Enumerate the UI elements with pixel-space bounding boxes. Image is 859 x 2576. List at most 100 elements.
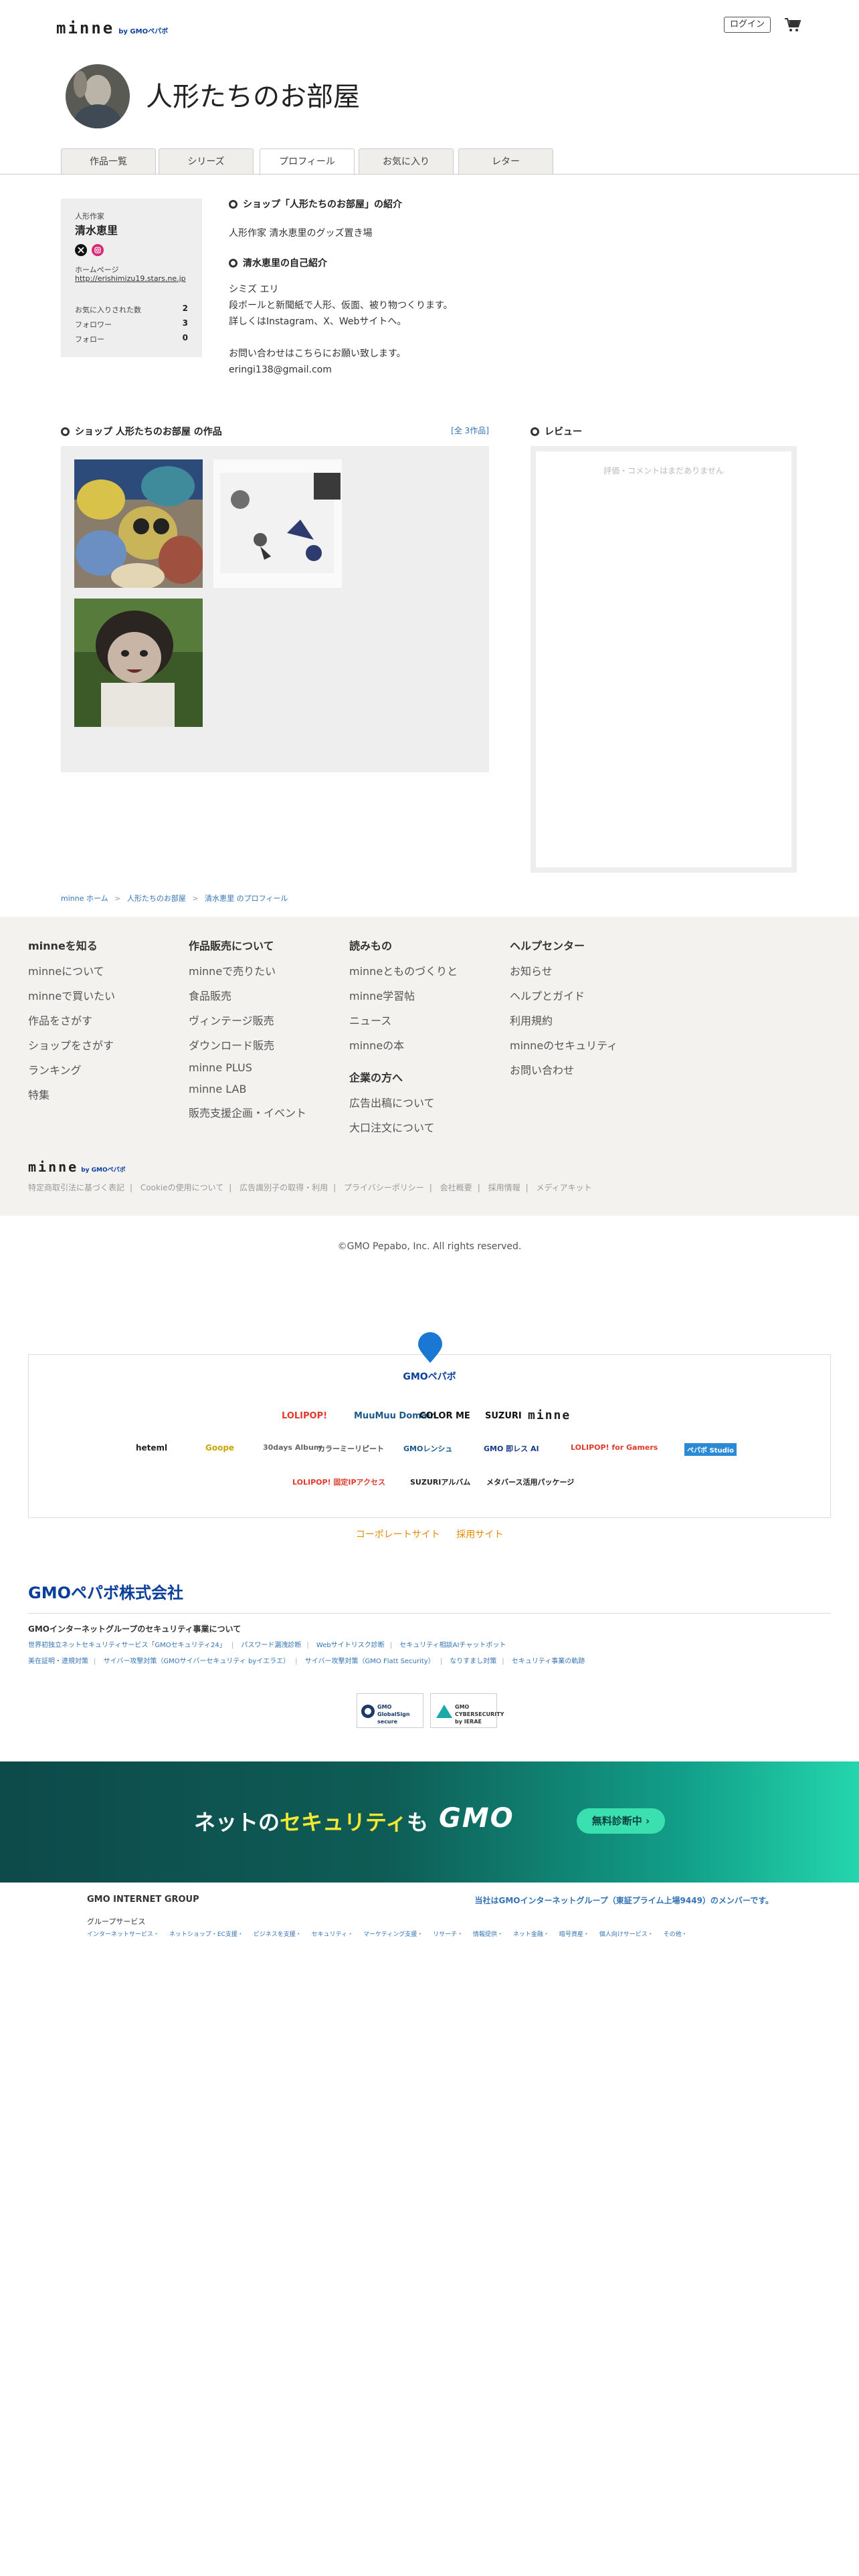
brand-logo[interactable]: メタバース活用パッケージ — [486, 1477, 574, 1487]
group-service-link[interactable]: その他・ — [664, 1931, 688, 1938]
group-service-link[interactable]: ネット金融・ — [513, 1931, 549, 1938]
group-service-link[interactable]: ネットショップ・EC支援・ — [169, 1931, 244, 1938]
security-link[interactable]: パスワード漏洩診断 — [241, 1642, 301, 1649]
footer-link[interactable]: 販売支援企画・イベント — [189, 1104, 306, 1120]
brand-logo[interactable]: GMO 即レス AI — [484, 1443, 539, 1454]
footer-link[interactable]: 大口注文について — [349, 1119, 458, 1135]
footer-link[interactable]: 利用規約 — [510, 1012, 617, 1028]
group-service-link[interactable]: 個人向けサービス・ — [599, 1931, 654, 1938]
brand-logo[interactable]: カラーミーリピート — [318, 1443, 384, 1454]
footer-link[interactable]: ニュース — [349, 1012, 458, 1028]
footer-link[interactable]: minne学習帖 — [349, 987, 458, 1003]
footer-link[interactable]: お知らせ — [510, 962, 617, 978]
recruit-site-link[interactable]: 採用サイト — [456, 1529, 503, 1540]
instagram-icon[interactable] — [92, 244, 104, 256]
work-thumbnail[interactable] — [74, 599, 203, 727]
contact-email[interactable]: eringi138@gmail.com — [229, 362, 496, 378]
group-service-link[interactable]: マーケティング支援・ — [363, 1931, 423, 1938]
stat-label[interactable]: フォロー — [75, 334, 104, 344]
minne-logo[interactable]: minne by GMOペパボ — [56, 19, 168, 37]
corporate-site-link[interactable]: コーポレートサイト — [356, 1529, 440, 1540]
tab-favorites[interactable]: お気に入り — [359, 148, 454, 174]
footer-minne-logo[interactable]: minne by GMOペパボ — [28, 1159, 126, 1175]
security-link[interactable]: セキュリティ事業の軌跡 — [512, 1658, 585, 1665]
breadcrumb-item[interactable]: 人形たちのお部屋 — [127, 894, 186, 903]
brand-logo[interactable]: LOLIPOP! — [282, 1411, 327, 1421]
tab-series[interactable]: シリーズ — [159, 148, 254, 174]
footer-link[interactable]: minne LAB — [189, 1083, 306, 1095]
stat-value[interactable]: 0 — [183, 333, 188, 342]
footer-link[interactable]: minneとものづくりと — [349, 962, 458, 978]
login-button[interactable]: ログイン — [724, 17, 771, 33]
security-banner[interactable]: ネットのセキュリティも GMO 無料診断中 › — [0, 1761, 859, 1883]
brand-logo[interactable]: GMOレンシュ — [403, 1443, 452, 1454]
works-count-link[interactable]: [全 3作品] — [451, 425, 489, 436]
brand-logo[interactable]: SUZURIアルバム — [410, 1477, 470, 1487]
work-thumbnail[interactable] — [74, 459, 203, 588]
footer-link[interactable]: minne PLUS — [189, 1061, 306, 1074]
footer-legal-link[interactable]: 会社概要 — [440, 1183, 472, 1192]
footer-link[interactable]: 食品販売 — [189, 987, 306, 1003]
free-diagnosis-button[interactable]: 無料診断中 › — [577, 1808, 665, 1834]
group-service-link[interactable]: 情報提供・ — [473, 1931, 503, 1938]
stat-value[interactable]: 3 — [183, 318, 188, 328]
group-service-link[interactable]: ビジネスを支援・ — [254, 1931, 302, 1938]
footer-legal-link[interactable]: 特定商取引法に基づく表記 — [28, 1183, 124, 1192]
cybersecurity-seal[interactable]: GMO CYBERSECURITY by IERAE — [430, 1693, 504, 1728]
footer-legal-link[interactable]: メディアキット — [536, 1183, 591, 1192]
pepabo-company-logo[interactable]: GMOペパボ株式会社 — [28, 1580, 183, 1603]
security-link[interactable]: サイバー攻撃対策（GMO Flatt Security） — [305, 1658, 435, 1665]
breadcrumb-item[interactable]: minne ホーム — [61, 894, 108, 903]
footer-link[interactable]: ショップをさがす — [28, 1037, 115, 1053]
footer-legal-link[interactable]: プライバシーポリシー — [344, 1183, 424, 1192]
tab-profile[interactable]: プロフィール — [260, 148, 355, 175]
cart-icon[interactable] — [783, 15, 803, 35]
security-link[interactable]: なりすまし対策 — [450, 1658, 496, 1665]
footer-link[interactable]: minneで買いたい — [28, 987, 115, 1003]
gmo-internet-group-logo[interactable]: GMO INTERNET GROUP — [87, 1895, 199, 1905]
footer-link[interactable]: 広告出稿について — [349, 1094, 458, 1110]
tab-letter[interactable]: レター — [458, 148, 553, 174]
footer-link[interactable]: 特集 — [28, 1086, 115, 1102]
brand-logo[interactable]: heteml — [136, 1443, 167, 1453]
footer-legal-link[interactable]: 広告識別子の取得・利用 — [240, 1183, 328, 1192]
brand-logo[interactable]: COLOR ME — [419, 1411, 470, 1421]
footer-link[interactable]: ヴィンテージ販売 — [189, 1012, 306, 1028]
security-link[interactable]: サイバー攻撃対策（GMOサイバーセキュリティ byイエラエ） — [104, 1658, 290, 1665]
security-link[interactable]: Webサイトリスク診断 — [316, 1642, 385, 1649]
footer-link[interactable]: minneの本 — [349, 1037, 458, 1053]
brand-logo[interactable]: LOLIPOP! for Gamers — [571, 1443, 658, 1452]
group-service-link[interactable]: 暗号資産・ — [559, 1931, 589, 1938]
brand-logo[interactable]: 30days Album — [263, 1443, 321, 1452]
footer-link[interactable]: お問い合わせ — [510, 1061, 617, 1077]
footer-link[interactable]: ヘルプとガイド — [510, 987, 617, 1003]
x-icon[interactable] — [75, 244, 87, 256]
footer-legal-link[interactable]: 採用情報 — [488, 1183, 520, 1192]
footer-link[interactable]: ダウンロード販売 — [189, 1037, 306, 1053]
footer-link[interactable]: minneで売りたい — [189, 962, 306, 978]
brand-logo[interactable]: minne — [528, 1408, 571, 1422]
security-link[interactable]: 世界初独立ネットセキュリティサービス「GMOセキュリティ24」 — [28, 1642, 226, 1649]
footer-link[interactable]: 作品をさがす — [28, 1012, 115, 1028]
footer-link[interactable]: minneのセキュリティ — [510, 1037, 617, 1053]
globalsign-seal[interactable]: GMO GlobalSign secure — [357, 1693, 423, 1728]
work-thumbnail[interactable] — [213, 459, 342, 588]
security-link[interactable]: 美在証明・違規対策 — [28, 1658, 88, 1665]
stat-label[interactable]: フォロワー — [75, 319, 112, 330]
security-link[interactable]: セキュリティ相談AIチャットボット — [399, 1642, 506, 1649]
group-service-link[interactable]: セキュリティ・ — [312, 1931, 353, 1938]
brand-logo[interactable]: Goope — [205, 1443, 234, 1453]
shop-avatar[interactable] — [66, 64, 130, 128]
homepage-link[interactable]: http://erishimizu19.stars.ne.jp — [75, 274, 186, 283]
gmo-member-text[interactable]: 当社はGMOインターネットグループ（東証プライム上場9449）のメンバーです。 — [474, 1895, 773, 1906]
brand-logo[interactable]: ペパボ Studio — [684, 1443, 737, 1456]
breadcrumb-item[interactable]: 清水恵里 のプロフィール — [205, 894, 288, 903]
group-service-link[interactable]: インターネットサービス・ — [87, 1931, 159, 1938]
footer-link[interactable]: minneについて — [28, 962, 115, 978]
group-service-link[interactable]: リサーチ・ — [433, 1931, 463, 1938]
brand-logo[interactable]: SUZURI — [485, 1411, 522, 1421]
brand-logo[interactable]: LOLIPOP! 固定IPアクセス — [292, 1477, 385, 1487]
footer-link[interactable]: ランキング — [28, 1061, 115, 1077]
footer-legal-link[interactable]: Cookieの使用について — [140, 1183, 223, 1192]
tab-works[interactable]: 作品一覧 — [61, 148, 156, 174]
